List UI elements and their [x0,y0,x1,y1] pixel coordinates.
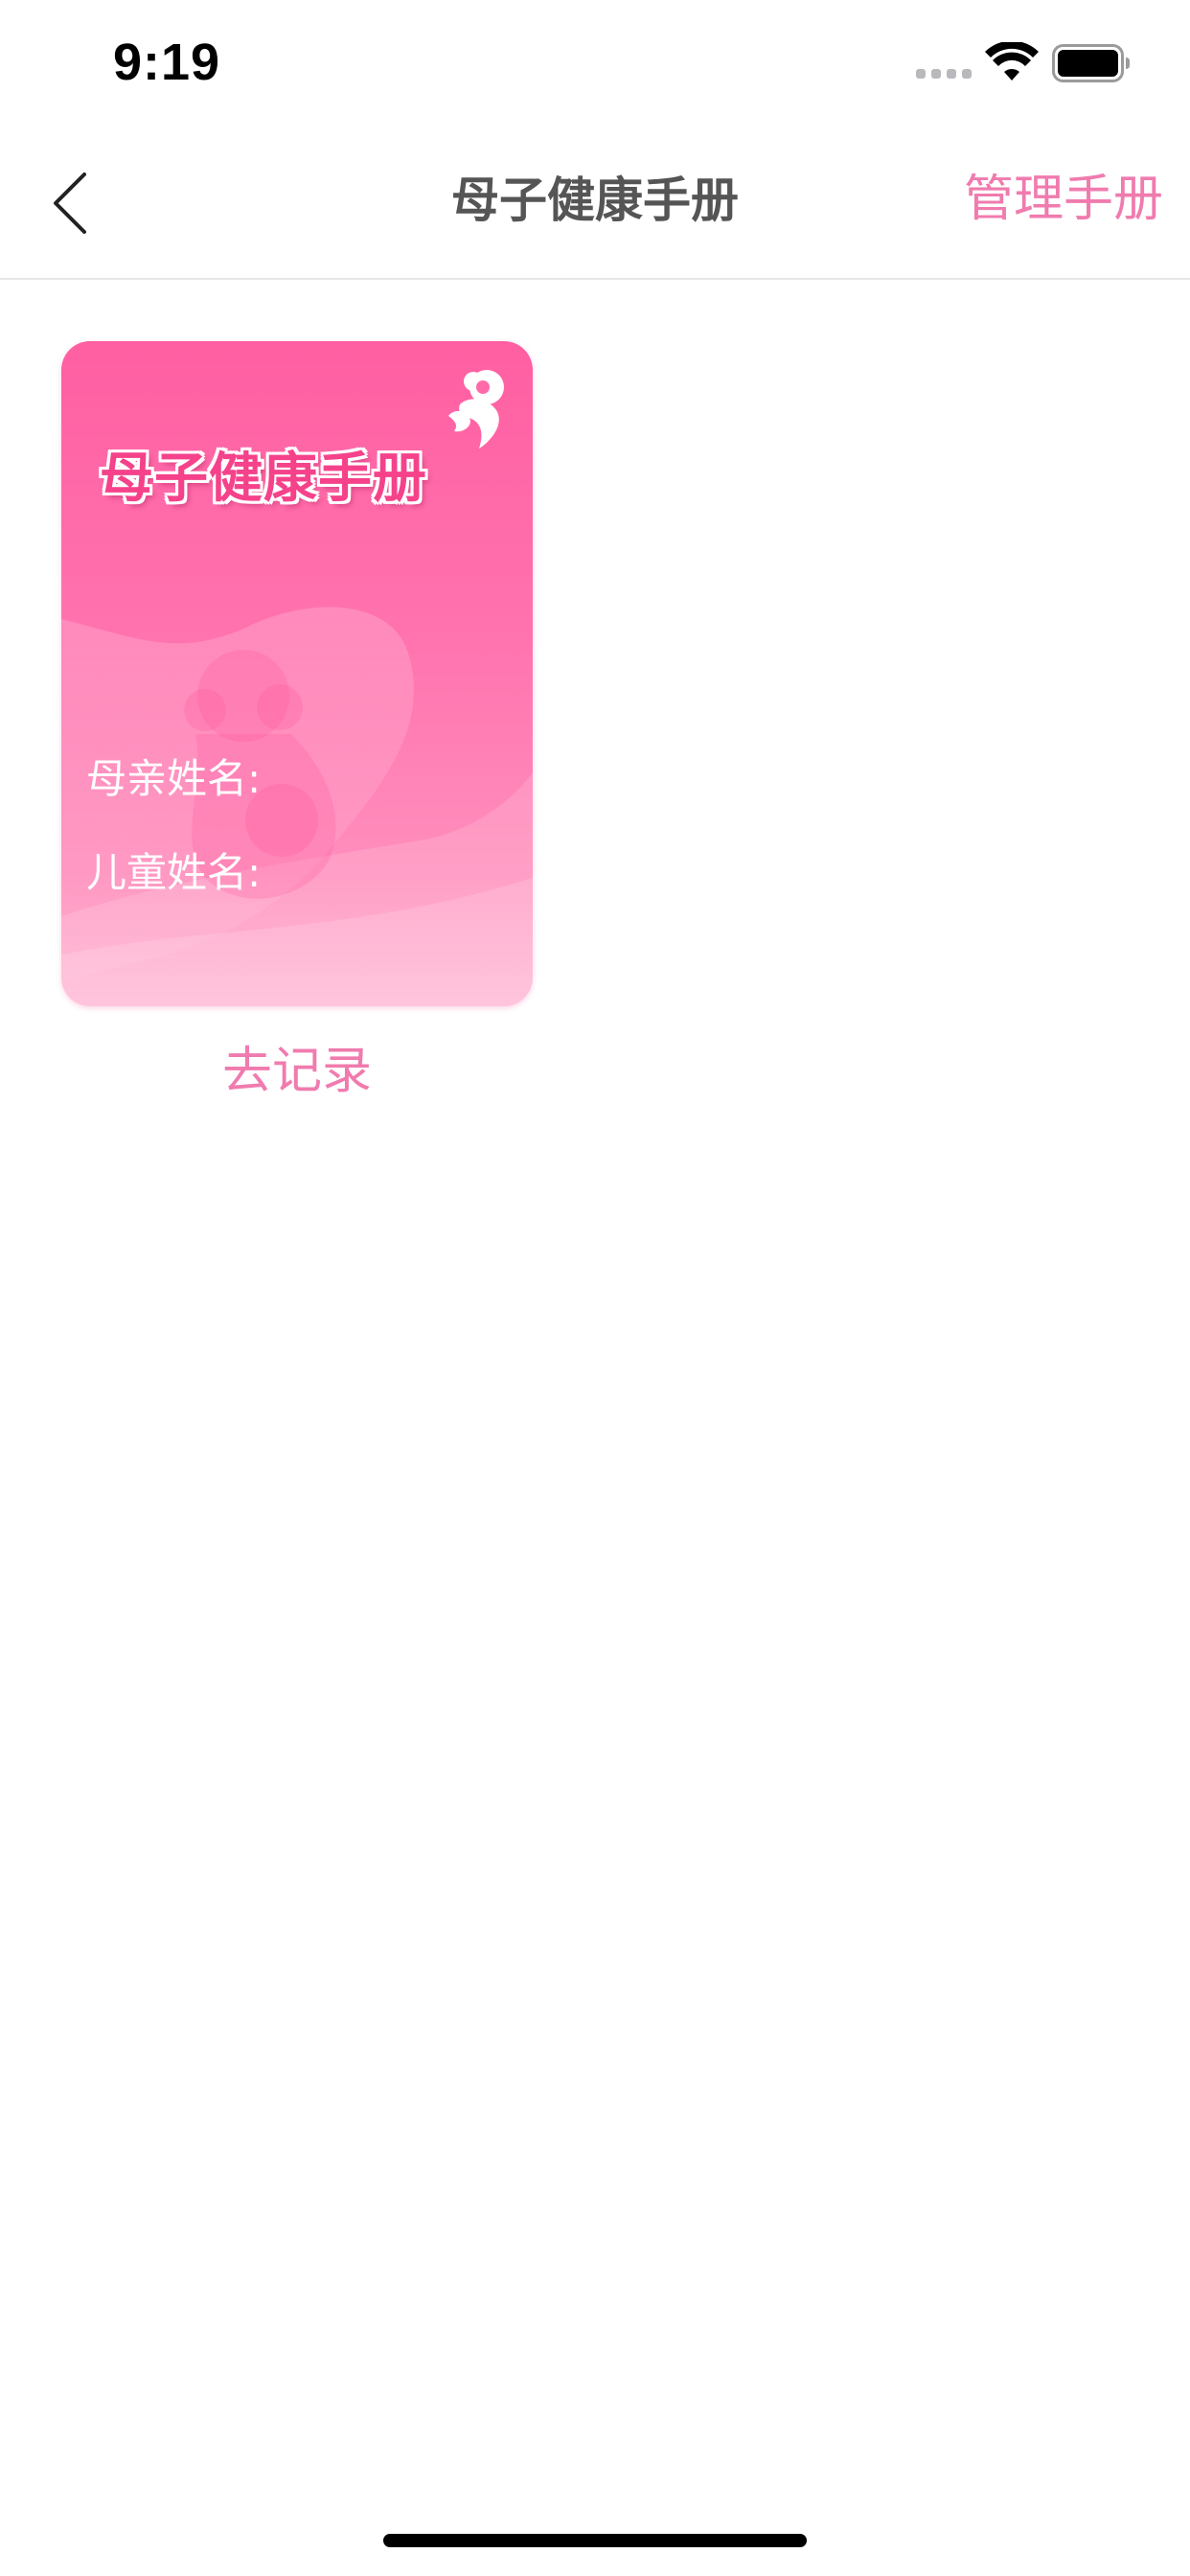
manage-handbook-button[interactable]: 管理手册 [964,174,1163,224]
go-record-link[interactable]: 去记录 [61,1046,533,1096]
handbook-cover[interactable]: 母子健康手册 母亲姓名: 儿童姓名: [61,341,533,1006]
status-bar: 9:19 [0,0,1190,125]
cover-title: 母子健康手册 [100,448,427,510]
home-indicator[interactable] [383,2534,807,2547]
battery-icon [1052,44,1130,82]
mother-name-label: 母亲姓名: [86,755,262,802]
mother-child-logo-icon [448,370,504,448]
navigation-bar: 母子健康手册 管理手册 [0,125,1190,280]
cellular-signal-icon [916,69,972,80]
handbook-item: 母子健康手册 母亲姓名: 儿童姓名: 去记录 [61,341,533,1096]
child-name-label: 儿童姓名: [86,849,262,896]
status-time: 9:19 [113,34,221,91]
wifi-icon [985,42,1039,80]
